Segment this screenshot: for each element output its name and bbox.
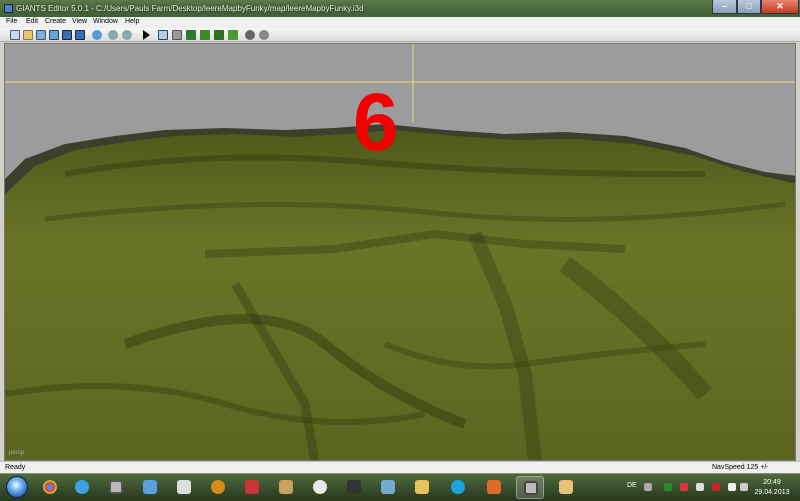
video-icon[interactable] [238, 476, 266, 499]
overlay-number: 6 [353, 77, 399, 168]
network-icon[interactable] [728, 483, 736, 491]
system-tray: DE 20:49 29.04.2013 [620, 474, 800, 501]
menu-bar: File Edit Create View Window Help [0, 17, 800, 28]
status-bar: Ready NavSpeed 125 +/- [0, 461, 800, 473]
terrain-sculpt-icon[interactable] [186, 30, 196, 40]
new-icon[interactable] [10, 30, 20, 40]
save-as-icon[interactable] [75, 30, 85, 40]
notepad-icon[interactable] [374, 476, 402, 499]
internet-explorer-icon[interactable] [68, 476, 96, 499]
toolbar [0, 28, 800, 42]
redo-icon[interactable] [122, 30, 132, 40]
maximize-icon: □ [746, 1, 752, 11]
paint-icon[interactable] [552, 476, 580, 499]
editor-window: GIANTS Editor 5.0.1 - C:/Users/Pauls Far… [0, 0, 800, 473]
status-text: Ready [5, 464, 26, 471]
folder-icon[interactable] [408, 476, 436, 499]
title-bar[interactable]: GIANTS Editor 5.0.1 - C:/Users/Pauls Far… [0, 0, 800, 17]
tray-app-icon[interactable] [664, 483, 672, 491]
tray-alert-icon[interactable] [712, 483, 720, 491]
select-icon[interactable] [158, 30, 168, 40]
import-icon[interactable] [36, 30, 46, 40]
clock-time: 20:49 [763, 479, 781, 486]
camera-label: persp [9, 450, 25, 456]
terrain-paint-icon[interactable] [200, 30, 210, 40]
menu-file[interactable]: File [6, 18, 17, 25]
app-icon [4, 4, 13, 13]
language-indicator[interactable]: DE [627, 482, 637, 489]
volume-icon[interactable] [740, 483, 748, 491]
giants-editor-icon[interactable] [102, 476, 130, 499]
close-icon: ✕ [776, 1, 784, 11]
tray-expand-icon[interactable] [644, 483, 652, 491]
skype-icon[interactable] [444, 476, 472, 499]
taskbar: DE 20:49 29.04.2013 [0, 473, 800, 500]
close-button[interactable]: ✕ [761, 0, 799, 14]
game-controller-icon[interactable] [170, 476, 198, 499]
mind-icon[interactable] [306, 476, 334, 499]
chrome-icon[interactable] [36, 476, 64, 499]
mail-icon[interactable] [480, 476, 508, 499]
settings-icon[interactable] [245, 30, 255, 40]
open-icon[interactable] [23, 30, 33, 40]
clock-date: 29.04.2013 [754, 489, 790, 496]
nav-speed: NavSpeed 125 +/- [712, 464, 769, 471]
maximize-button[interactable]: □ [737, 0, 761, 14]
move-icon[interactable] [172, 30, 182, 40]
menu-view[interactable]: View [72, 18, 87, 25]
save-icon[interactable] [62, 30, 72, 40]
menu-create[interactable]: Create [45, 18, 66, 25]
snap-icon[interactable] [259, 30, 269, 40]
window-title: GIANTS Editor 5.0.1 - C:/Users/Pauls Far… [16, 4, 364, 13]
play-icon[interactable] [143, 30, 150, 40]
minimize-icon: – [721, 1, 727, 11]
photo-icon[interactable] [272, 476, 300, 499]
start-button[interactable] [6, 476, 28, 498]
clock[interactable]: 20:49 29.04.2013 [752, 478, 792, 498]
refresh-icon[interactable] [92, 30, 102, 40]
tray-flag-icon[interactable] [696, 483, 704, 491]
minimize-button[interactable]: – [712, 0, 737, 14]
media-player-icon[interactable] [204, 476, 232, 499]
terrain-view [5, 44, 795, 460]
grass-icon[interactable] [228, 30, 238, 40]
app-icon[interactable] [136, 476, 164, 499]
menu-window[interactable]: Window [93, 18, 118, 25]
menu-help[interactable]: Help [125, 18, 139, 25]
giants-editor-icon-2[interactable] [516, 476, 544, 499]
undo-icon[interactable] [108, 30, 118, 40]
foliage-paint-icon[interactable] [214, 30, 224, 40]
game-icon[interactable] [340, 476, 368, 499]
3d-viewport[interactable]: 6 persp [4, 43, 796, 461]
reload-icon[interactable] [49, 30, 59, 40]
tray-antivirus-icon[interactable] [680, 483, 688, 491]
menu-edit[interactable]: Edit [26, 18, 38, 25]
